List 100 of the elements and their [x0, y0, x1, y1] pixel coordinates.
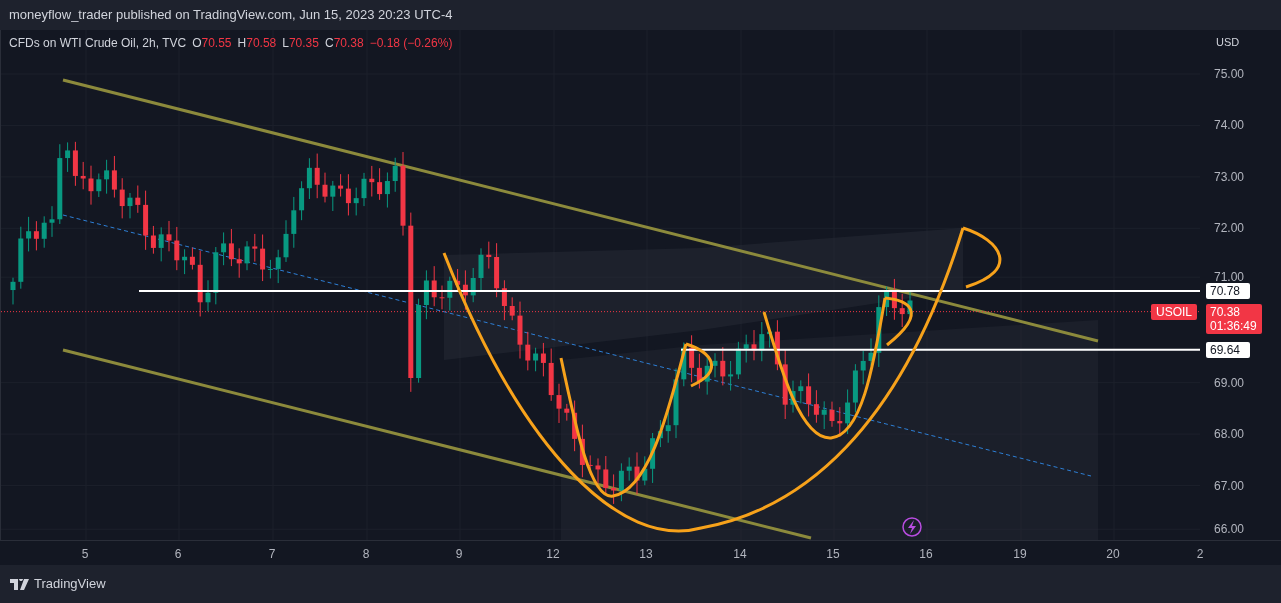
candle	[96, 173, 102, 198]
price-tick: 72.00	[1214, 221, 1245, 236]
candle	[205, 279, 211, 312]
candle	[283, 219, 289, 263]
date-tick: 9	[455, 546, 463, 563]
date-tick: 19	[1013, 546, 1027, 563]
candle	[509, 296, 515, 321]
date-tick: 14	[733, 546, 747, 563]
candle	[634, 451, 640, 495]
ohlc-label: L	[282, 35, 289, 52]
candle	[41, 215, 47, 249]
candle	[470, 267, 476, 303]
date-tick: 8	[362, 546, 370, 563]
price-tick: 73.00	[1214, 169, 1245, 184]
candle	[548, 348, 554, 402]
price-label: 69.64	[1206, 341, 1250, 358]
candle	[665, 410, 671, 444]
candle	[681, 342, 687, 387]
candle	[166, 220, 172, 252]
candle	[244, 240, 250, 271]
price-tick: 71.00	[1214, 270, 1245, 285]
last-price: 70.38	[1210, 304, 1242, 319]
published-caption: moneyflow_trader published on TradingView.com, Jun 15, 2023 20:23 UTC-4	[9, 6, 453, 25]
ohlc-value: 70.38	[333, 35, 364, 52]
candle	[829, 401, 835, 428]
price-tick: 75.00	[1214, 67, 1245, 81]
candle	[197, 250, 203, 317]
date-tick: 6	[174, 546, 182, 563]
candle	[821, 400, 827, 430]
candle	[642, 455, 648, 486]
candle	[361, 172, 367, 207]
countdown: 01:36:49	[1210, 318, 1258, 333]
candle	[759, 321, 765, 362]
candle	[447, 276, 453, 312]
candle	[236, 247, 242, 279]
ohlc-value: 70.55	[201, 35, 232, 52]
candle	[80, 161, 86, 190]
hook-line	[884, 296, 913, 347]
ohlc-value: 70.35	[288, 35, 319, 52]
candle	[322, 172, 328, 203]
candle	[158, 226, 164, 262]
price-tick: 68.00	[1214, 427, 1245, 442]
candle	[782, 349, 788, 420]
candle	[525, 331, 531, 371]
candle	[314, 153, 320, 199]
date-tick: 16	[919, 546, 933, 563]
candle	[595, 457, 601, 485]
hook-line	[685, 342, 714, 388]
candle	[899, 293, 905, 328]
candle	[751, 329, 757, 361]
candle	[88, 165, 94, 206]
candle	[127, 192, 133, 219]
candle	[369, 165, 375, 197]
candle	[18, 226, 24, 290]
candle	[478, 247, 484, 292]
date-tick: 13	[639, 546, 653, 563]
date-tick: 20	[1106, 546, 1120, 563]
brand-name: TradingView	[34, 575, 106, 594]
price-change: −0.18 (−0.26%)	[369, 35, 453, 52]
candle	[439, 285, 445, 310]
symbol-tag: USOIL	[1151, 303, 1197, 320]
candle	[704, 356, 710, 396]
candle	[431, 265, 437, 307]
candle	[743, 334, 749, 364]
candle	[291, 196, 297, 249]
candle	[119, 177, 125, 219]
currency-label: USD	[1216, 35, 1240, 50]
hook-line	[962, 226, 1002, 289]
candle	[712, 352, 718, 378]
ohlc-label: C	[324, 35, 334, 52]
candle	[330, 180, 336, 212]
candle	[275, 249, 281, 284]
date-tick: 7	[268, 546, 276, 563]
symbol-title: CFDs on WTI Crude Oil, 2h, TVC	[9, 35, 187, 52]
date-tick: 5	[81, 546, 89, 563]
candle	[252, 233, 258, 263]
candle	[860, 350, 866, 385]
price-tick: 69.00	[1214, 375, 1245, 390]
candle	[10, 277, 16, 305]
logo-icon	[10, 578, 30, 590]
candle	[392, 157, 398, 193]
candle	[213, 246, 219, 305]
ohlc-value: 70.58	[246, 35, 277, 52]
candle	[556, 383, 562, 424]
price-label: 70.78	[1206, 283, 1250, 300]
price-tick: 66.00	[1214, 522, 1245, 537]
candle	[174, 226, 180, 271]
date-tick: 12	[546, 546, 560, 563]
date-tick: 2	[1196, 546, 1204, 563]
candle	[564, 403, 570, 422]
candle	[135, 185, 141, 214]
candle	[868, 337, 874, 367]
candle	[49, 205, 55, 238]
date-tick: 15	[826, 546, 840, 563]
lightning-icon[interactable]	[902, 517, 922, 537]
candle	[603, 455, 609, 495]
candle	[790, 380, 796, 414]
candle	[486, 241, 492, 270]
candle	[673, 367, 679, 439]
candle	[626, 456, 632, 482]
